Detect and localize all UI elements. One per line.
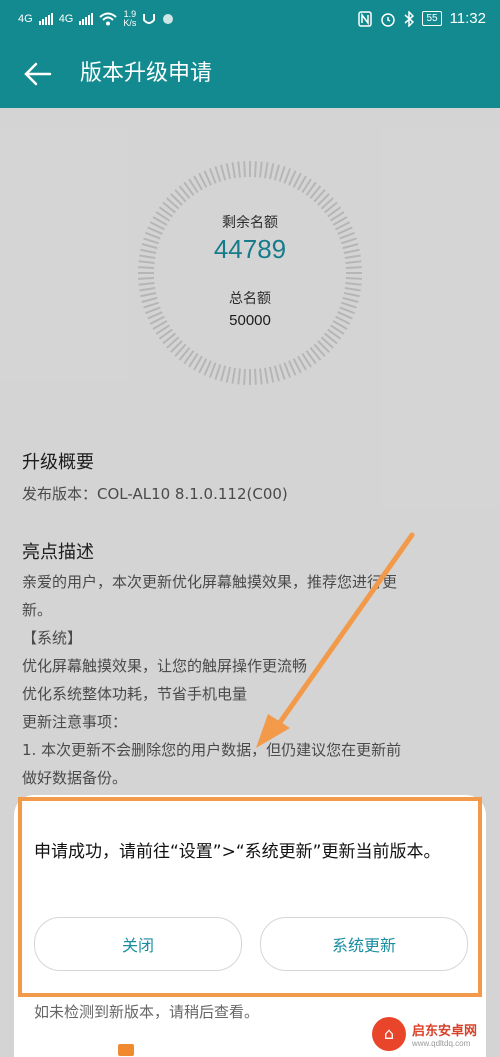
app-notification-icon xyxy=(143,14,156,24)
bluetooth-icon xyxy=(404,10,415,27)
back-arrow-icon[interactable] xyxy=(20,56,56,92)
nav-handle[interactable] xyxy=(118,1044,134,1056)
speed-unit: K/s xyxy=(123,18,137,28)
nfc-icon xyxy=(358,10,373,27)
wifi-icon xyxy=(99,12,118,26)
signal-2-label: 4G xyxy=(58,13,74,25)
watermark-logo-icon: ⌂ xyxy=(372,1016,406,1051)
signal-1-label: 4G xyxy=(18,13,33,25)
dialog-note: 如未检测到新版本，请稍后查看。 xyxy=(34,1003,260,1021)
status-bar: 4G 4G 1.9 K/s 55 11:32 xyxy=(0,0,500,40)
alarm-icon xyxy=(381,12,396,27)
signal-strength-icon xyxy=(38,13,53,25)
annotation-highlight-box xyxy=(18,797,482,997)
notification-dot-icon xyxy=(163,14,174,24)
watermark-name: 启东安卓网 xyxy=(412,1023,478,1039)
signal-strength-icon xyxy=(79,13,94,25)
status-right: 55 11:32 xyxy=(358,10,486,27)
network-speed: 1.9 K/s xyxy=(123,10,136,28)
clock: 11:32 xyxy=(449,10,486,27)
page-title: 版本升级申请 xyxy=(80,61,213,86)
watermark-url: www.qdltdq.com xyxy=(412,1038,471,1048)
watermark: ⌂ 启东安卓网 www.qdltdq.com xyxy=(372,1010,500,1057)
status-left: 4G 4G 1.9 K/s xyxy=(18,10,174,28)
battery-icon: 55 xyxy=(422,11,442,26)
app-header: 版本升级申请 xyxy=(0,40,500,108)
